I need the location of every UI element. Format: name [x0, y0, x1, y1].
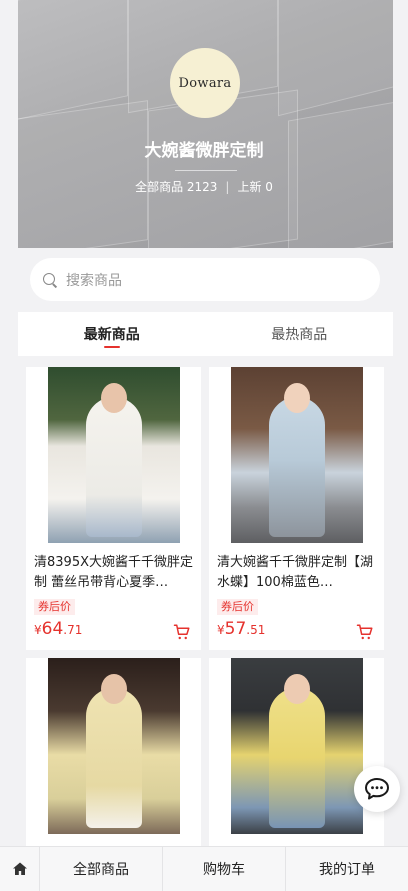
search-placeholder: 搜索商品: [66, 272, 122, 289]
price-decimal: .71: [63, 623, 83, 637]
banner-wall-panel: [18, 100, 148, 248]
photo-model: [85, 397, 142, 537]
product-price: ¥57.51: [217, 619, 265, 639]
shop-name: 大婉酱微胖定制: [144, 141, 264, 161]
shop-logo[interactable]: Dowara: [170, 48, 240, 118]
product-image[interactable]: [26, 658, 201, 834]
tab-hottest[interactable]: 最热商品: [206, 312, 394, 356]
product-card[interactable]: 清大婉酱千千微胖定制【湖水蝶】100棉蓝色… 券后价 ¥57.51: [209, 367, 384, 650]
photo-model-head: [283, 383, 310, 413]
customer-service-button[interactable]: [354, 766, 400, 812]
search-input[interactable]: 搜索商品: [30, 258, 380, 301]
nav-home-button[interactable]: [0, 847, 40, 891]
photo-model: [268, 688, 325, 828]
tab-newest[interactable]: 最新商品: [18, 312, 206, 356]
photo-model-head: [100, 674, 127, 704]
chat-bubble-icon: [365, 778, 389, 800]
coupon-price-badge: 券后价: [217, 599, 258, 615]
shop-logo-text: Dowara: [178, 75, 232, 91]
product-card[interactable]: [26, 658, 201, 846]
home-icon: [12, 862, 27, 875]
price-integer: 64: [41, 619, 64, 639]
all-products-count[interactable]: 全部商品 2123: [135, 180, 217, 194]
product-price: ¥64.71: [34, 619, 82, 639]
product-title[interactable]: 清大婉酱千千微胖定制【湖水蝶】100棉蓝色…: [217, 553, 376, 593]
product-photo: [47, 367, 180, 543]
price-integer: 57: [224, 619, 247, 639]
product-photo: [230, 658, 363, 834]
product-tabs: 最新商品 最热商品: [18, 312, 393, 356]
stats-separator: |: [225, 180, 230, 194]
banner-wall-panel: [288, 99, 393, 248]
photo-model-head: [283, 674, 310, 704]
product-photo: [230, 367, 363, 543]
new-products-count[interactable]: 上新 0: [237, 180, 272, 194]
nav-all-products[interactable]: 全部商品: [40, 847, 163, 891]
product-photo: [47, 658, 180, 834]
add-to-cart-icon[interactable]: [356, 623, 374, 641]
product-card[interactable]: [209, 658, 384, 846]
shop-stats: 全部商品 2123 | 上新 0: [0, 178, 408, 195]
photo-model-head: [100, 383, 127, 413]
product-card[interactable]: 清8395X大婉酱千千微胖定制 蕾丝吊带背心夏季… 券后价 ¥64.71: [26, 367, 201, 650]
price-currency: ¥: [217, 623, 225, 637]
add-to-cart-icon[interactable]: [173, 623, 191, 641]
product-image[interactable]: [209, 658, 384, 834]
shop-banner: [18, 0, 393, 248]
product-image[interactable]: [26, 367, 201, 543]
coupon-price-badge: 券后价: [34, 599, 75, 615]
nav-cart[interactable]: 购物车: [163, 847, 286, 891]
banner-wall-panel: [148, 89, 298, 248]
price-currency: ¥: [34, 623, 42, 637]
price-decimal: .51: [246, 623, 266, 637]
shop-name-divider: [175, 170, 237, 171]
search-icon: [42, 272, 58, 288]
photo-model: [85, 688, 142, 828]
product-title[interactable]: 清8395X大婉酱千千微胖定制 蕾丝吊带背心夏季…: [34, 553, 193, 593]
bottom-nav: 全部商品 购物车 我的订单: [0, 846, 408, 891]
photo-model: [268, 397, 325, 537]
nav-my-orders[interactable]: 我的订单: [286, 847, 408, 891]
product-image[interactable]: [209, 367, 384, 543]
